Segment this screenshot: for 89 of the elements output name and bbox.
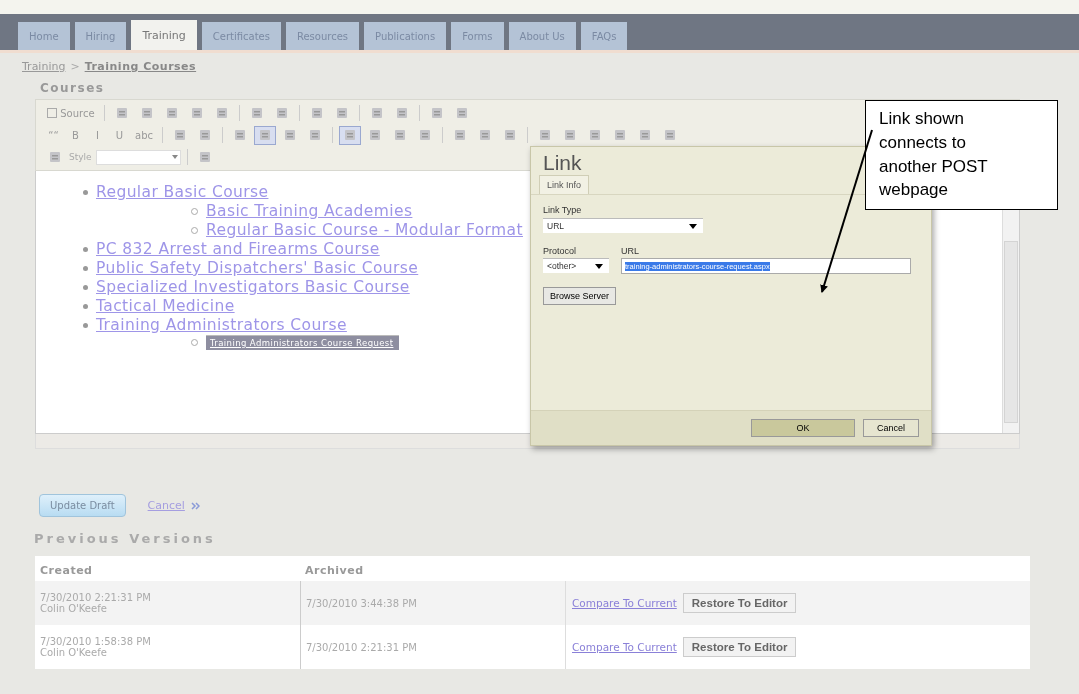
cancel-button[interactable]: Cancel xyxy=(863,419,919,437)
list-icon xyxy=(587,127,603,143)
field-label: Protocol xyxy=(543,246,578,256)
nav-tab[interactable]: Publications xyxy=(364,22,447,50)
nav-tab[interactable]: FAQs xyxy=(580,22,628,50)
course-link[interactable]: Public Safety Dispatchers' Basic Course xyxy=(96,259,419,278)
created-date: 7/30/2010 1:58:38 PM xyxy=(40,636,152,647)
breadcrumb-current[interactable]: Training Courses xyxy=(84,60,197,73)
section-title: Previous Versions xyxy=(34,531,217,546)
caret-icon xyxy=(689,223,697,229)
nav-tab[interactable]: Certificates xyxy=(201,22,281,50)
list-icon xyxy=(637,127,653,143)
field-label: URL xyxy=(621,246,640,256)
browse-server-button[interactable]: Browse Server xyxy=(543,287,617,305)
list-icon xyxy=(662,127,678,143)
bullet-icon xyxy=(83,247,88,252)
list-icon xyxy=(537,127,553,143)
toolbar-button[interactable] xyxy=(254,125,276,145)
breadcrumb-separator: > xyxy=(70,60,80,73)
compare-link[interactable]: Compare To Current xyxy=(572,597,677,609)
section-title: Courses xyxy=(40,81,106,95)
list-icon xyxy=(257,127,273,143)
cancel-link[interactable]: Cancel xyxy=(147,499,185,512)
created-date: 7/30/2010 2:21:31 PM xyxy=(40,592,152,603)
nav-tab[interactable]: Training xyxy=(131,20,197,50)
field-label: Link Type xyxy=(543,205,583,215)
bullet-icon xyxy=(83,304,88,309)
list-icon xyxy=(197,127,213,143)
toolbar-button[interactable] xyxy=(339,125,361,145)
ok-button[interactable]: OK xyxy=(751,419,855,437)
bullet-icon xyxy=(83,266,88,271)
course-link[interactable]: Basic Training Academies xyxy=(206,202,413,221)
list-icon xyxy=(172,127,188,143)
course-link[interactable]: Training Administrators Course xyxy=(96,316,347,335)
list-icon xyxy=(502,127,518,143)
author-name: Colin O'Keefe xyxy=(40,603,108,614)
breadcrumb-link[interactable]: Training xyxy=(22,60,66,73)
restore-button[interactable]: Restore To Editor xyxy=(682,637,797,657)
list-icon xyxy=(562,127,578,143)
nav-tab[interactable]: Hiring xyxy=(74,22,127,50)
list-icon xyxy=(232,127,248,143)
scrollbar-thumb[interactable] xyxy=(1004,241,1018,423)
list-icon xyxy=(392,127,408,143)
dialog-tab[interactable]: Link Info xyxy=(539,175,590,194)
list-icon xyxy=(367,127,383,143)
list-icon xyxy=(47,149,63,165)
caret-icon xyxy=(171,155,178,159)
list-icon xyxy=(282,127,298,143)
format-button[interactable]: I xyxy=(88,125,107,145)
nav-tab[interactable]: Forms xyxy=(451,22,504,50)
format-button[interactable]: U xyxy=(110,125,129,145)
column-header: Created xyxy=(39,563,94,579)
course-link[interactable]: Regular Basic Course - Modular Format xyxy=(206,221,523,240)
list-icon xyxy=(342,127,358,143)
format-button[interactable]: B xyxy=(66,125,85,145)
update-draft-button[interactable]: Update Draft xyxy=(39,494,126,517)
compare-link[interactable]: Compare To Current xyxy=(572,641,677,653)
list-icon xyxy=(477,127,493,143)
caret-icon xyxy=(595,263,603,269)
annotation-callout: Link shown connects to another POST webpage xyxy=(865,100,1058,210)
style-label: Style xyxy=(69,152,92,162)
format-button[interactable]: ““ xyxy=(44,125,63,145)
source-button[interactable]: Source xyxy=(44,103,98,123)
author-name: Colin O'Keefe xyxy=(40,647,108,658)
list-icon xyxy=(307,127,323,143)
course-link[interactable]: Tactical Medicine xyxy=(96,297,235,316)
restore-button[interactable]: Restore To Editor xyxy=(682,593,797,613)
archived-date: 7/30/2010 3:44:38 PM xyxy=(306,597,418,609)
bullet-icon xyxy=(83,323,88,328)
document-icon xyxy=(47,108,57,118)
link-type-dropdown[interactable]: URL xyxy=(543,218,703,233)
bullet-icon xyxy=(83,285,88,290)
dialog-title: Link xyxy=(543,151,582,175)
list-icon xyxy=(612,127,628,143)
course-link[interactable]: Regular Basic Course xyxy=(96,183,269,202)
nav-tab[interactable]: Resources xyxy=(285,22,360,50)
course-link[interactable]: Training Administrators Course Request xyxy=(206,335,400,350)
protocol-dropdown[interactable]: <other> xyxy=(543,258,609,273)
column-header: Archived xyxy=(304,563,365,579)
nav-tab[interactable]: Home xyxy=(18,22,70,50)
course-link[interactable]: PC 832 Arrest and Firearms Course xyxy=(96,240,380,259)
archived-date: 7/30/2010 2:21:31 PM xyxy=(306,641,418,653)
list-icon xyxy=(452,127,468,143)
list-icon xyxy=(417,127,433,143)
course-link[interactable]: Specialized Investigators Basic Course xyxy=(96,278,410,297)
format-button[interactable]: abc xyxy=(132,125,156,145)
bullet-icon xyxy=(83,190,88,195)
style-dropdown[interactable] xyxy=(95,149,181,165)
chevron-icon xyxy=(190,501,200,510)
